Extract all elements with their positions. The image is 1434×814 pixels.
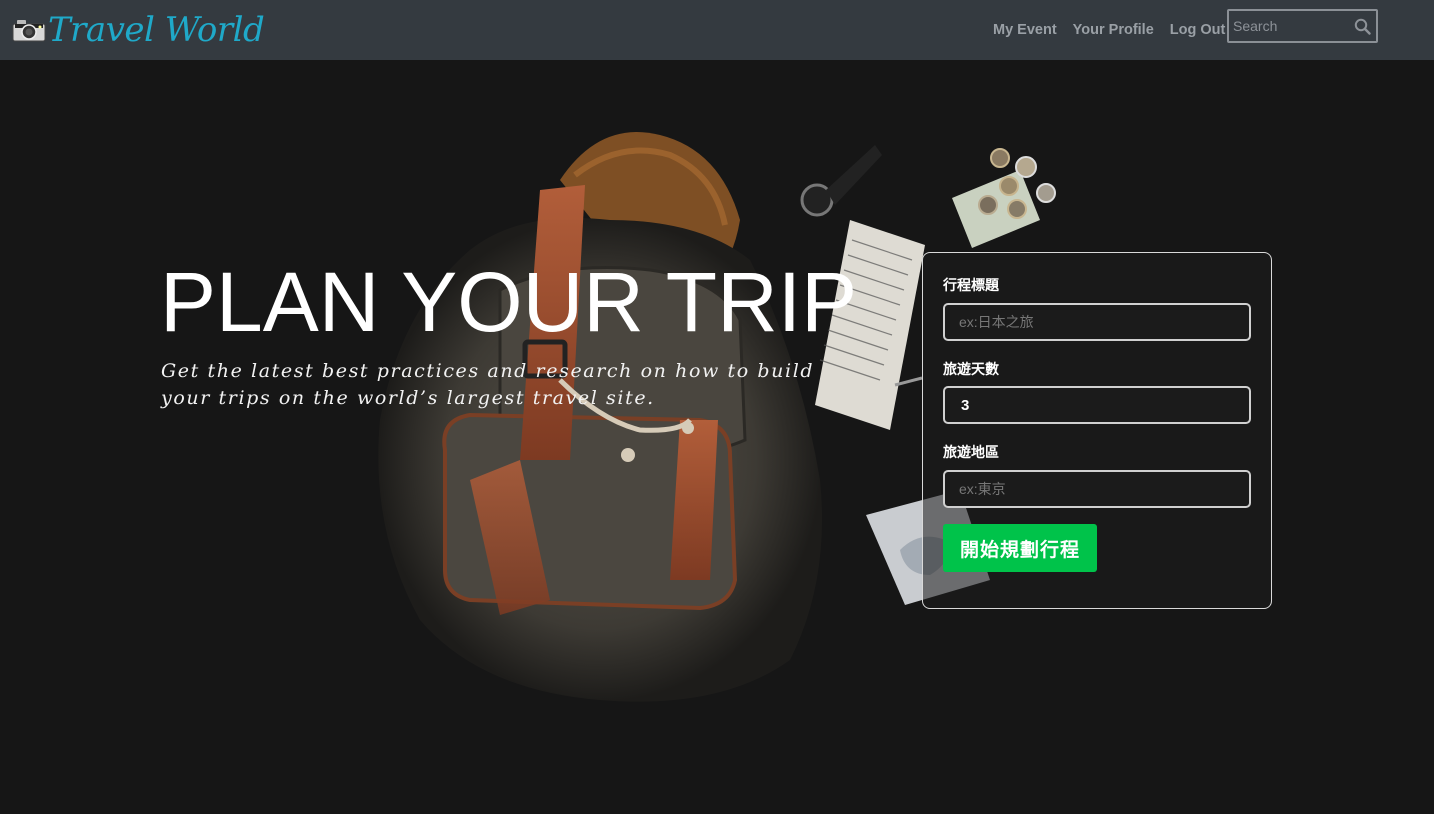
trip-days-input[interactable] bbox=[943, 386, 1251, 424]
trip-region-label: 旅遊地區 bbox=[943, 444, 999, 460]
hero-title: PLAN YOUR TRIP bbox=[160, 255, 858, 349]
hero-section: PLAN YOUR TRIP Get the latest best pract… bbox=[0, 60, 1434, 814]
top-navbar: Travel World My Event Your Profile Log O… bbox=[0, 0, 1434, 60]
search-icon[interactable] bbox=[1354, 18, 1371, 40]
trip-title-input[interactable] bbox=[943, 303, 1251, 341]
trip-region-input[interactable] bbox=[943, 470, 1251, 508]
nav-links: My Event Your Profile Log Out bbox=[985, 0, 1241, 60]
nav-my-event[interactable]: My Event bbox=[993, 22, 1057, 38]
start-planning-button[interactable]: 開始規劃行程 bbox=[943, 524, 1097, 572]
brand-logo-link[interactable]: Travel World bbox=[12, 8, 265, 52]
nav-log-out[interactable]: Log Out bbox=[1170, 22, 1226, 38]
camera-icon bbox=[12, 17, 46, 43]
brand-name: Travel World bbox=[48, 10, 265, 50]
hero-subtitle: Get the latest best practices and resear… bbox=[161, 360, 815, 409]
trip-plan-form: 行程標題 旅遊天數 旅遊地區 開始規劃行程 bbox=[922, 252, 1272, 609]
search-input[interactable] bbox=[1229, 11, 1353, 41]
search-box bbox=[1227, 9, 1378, 43]
nav-your-profile[interactable]: Your Profile bbox=[1073, 22, 1154, 38]
trip-title-label: 行程標題 bbox=[943, 277, 999, 293]
trip-days-label: 旅遊天數 bbox=[943, 361, 999, 377]
